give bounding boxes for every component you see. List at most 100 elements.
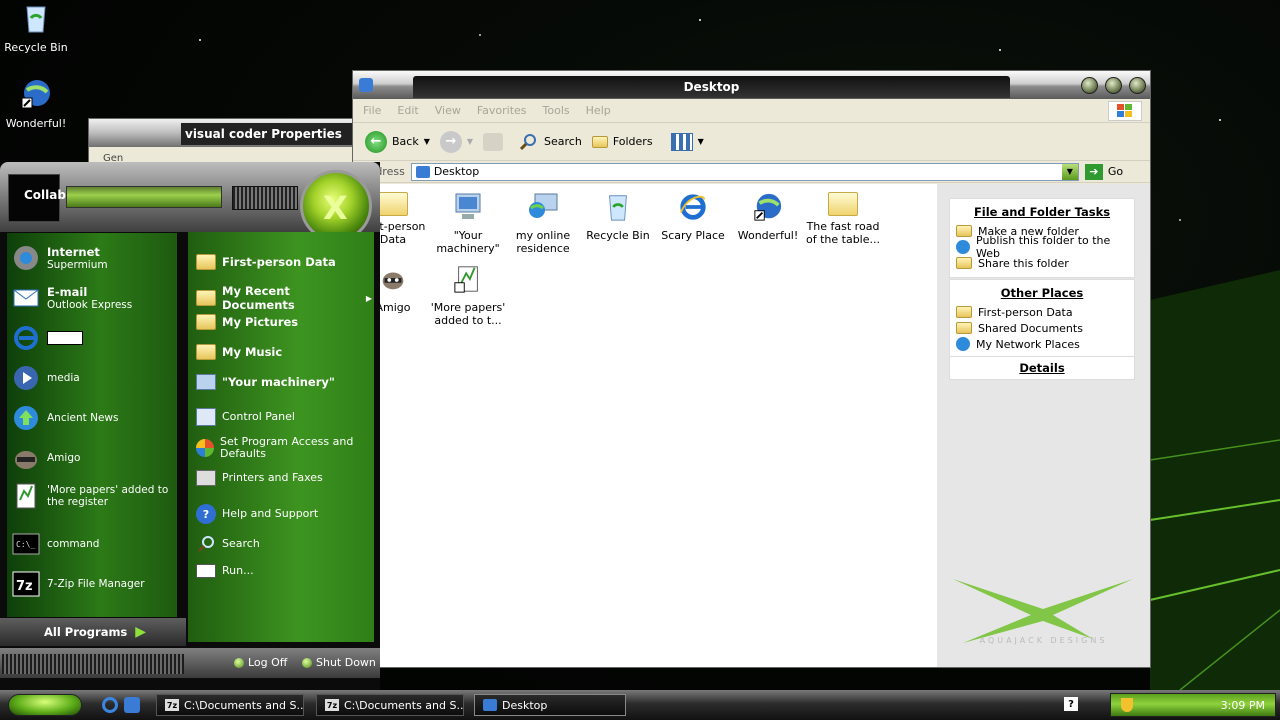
close-button[interactable] (1129, 77, 1146, 94)
start-place-printers[interactable]: Printers and Faxes (196, 470, 372, 486)
file-item[interactable]: Scary Place (653, 192, 733, 242)
menu-file[interactable]: File (363, 104, 381, 117)
start-item-command[interactable]: C:\_ command (11, 529, 179, 559)
up-folder-icon[interactable] (483, 132, 504, 151)
place-label: "Your machinery" (222, 375, 335, 389)
start-place-your-machinery[interactable]: "Your machinery" (196, 374, 372, 390)
pictures-folder-icon (196, 314, 216, 330)
minimize-button[interactable] (1081, 77, 1098, 94)
forward-button[interactable]: → ▼ (439, 130, 473, 153)
search-label: Search (544, 135, 582, 148)
clock[interactable]: 3:09 PM (1221, 699, 1265, 712)
start-item-ie[interactable] (11, 323, 179, 353)
taskbar-button[interactable]: Desktop (474, 694, 626, 716)
system-tray: 3:09 PM (1110, 693, 1276, 717)
quicklaunch-ie-icon[interactable] (102, 697, 118, 713)
raccoon-icon (382, 272, 404, 290)
menu-tools[interactable]: Tools (543, 104, 570, 117)
start-item-7zip[interactable]: 7z 7-Zip File Manager (11, 569, 179, 599)
start-item-ancient-news[interactable]: Ancient News (11, 403, 179, 433)
details-heading[interactable]: Details (956, 361, 1128, 375)
file-item[interactable]: "Your machinery" (428, 192, 508, 255)
log-off-label: Log Off (248, 656, 288, 669)
back-arrow-icon: ← (365, 130, 387, 153)
media-player-icon (11, 363, 41, 393)
file-item[interactable]: my online residence (503, 192, 583, 255)
start-item-amigo[interactable]: Amigo (11, 443, 179, 473)
menu-help[interactable]: Help (586, 104, 611, 117)
file-item[interactable]: Recycle Bin (578, 192, 658, 242)
security-shield-icon[interactable] (1121, 698, 1133, 712)
place-shared-documents[interactable]: Shared Documents (956, 320, 1128, 336)
file-item[interactable]: Wonderful! (728, 192, 808, 242)
place-label: Printers and Faxes (222, 471, 323, 484)
menu-bar: File Edit View Favorites Tools Help (353, 99, 1150, 123)
properties-titlebar[interactable]: visual coder Properties (89, 119, 357, 147)
browser-icon (11, 243, 41, 273)
rename-textbox[interactable] (47, 331, 83, 345)
notepad-plus-icon (11, 481, 41, 511)
menu-favorites[interactable]: Favorites (477, 104, 527, 117)
globe-shortcut-icon (21, 80, 50, 109)
log-off-button[interactable]: Log Off (234, 656, 287, 669)
task-publish-web[interactable]: Publish this folder to the Web (956, 234, 1128, 260)
start-place-my-music[interactable]: My Music (196, 344, 372, 360)
place-label: First-person Data (222, 255, 336, 269)
start-item-internet[interactable]: Internet Supermium (11, 243, 179, 273)
internet-explorer-icon (679, 194, 706, 220)
menu-edit[interactable]: Edit (397, 104, 418, 117)
address-input[interactable]: Desktop ▼ (410, 162, 1079, 181)
help-tray-icon[interactable]: ? (1064, 697, 1078, 711)
address-dropdown-icon[interactable]: ▼ (1061, 163, 1078, 180)
taskbar-button[interactable]: 7z C:\Documents and S... (156, 694, 304, 716)
back-button[interactable]: ← Back ▼ (365, 130, 430, 153)
start-place-control-panel[interactable]: Control Panel (196, 408, 372, 426)
start-item-media[interactable]: media (11, 363, 179, 393)
chevron-down-icon: ▼ (697, 137, 704, 146)
start-place-search[interactable]: Search (196, 534, 372, 554)
item-title: Amigo (47, 452, 81, 464)
quicklaunch-explorer-icon[interactable] (124, 697, 140, 713)
shut-down-icon (302, 657, 312, 668)
views-button[interactable]: ▼ (670, 132, 704, 151)
search-icon (519, 133, 537, 150)
start-place-help[interactable]: ? Help and Support (196, 504, 372, 524)
place-first-person-data[interactable]: First-person Data (956, 304, 1128, 320)
place-label: Run... (222, 564, 254, 577)
place-label: Shared Documents (978, 321, 1083, 335)
my-computer-icon (196, 374, 216, 390)
start-place-my-pictures[interactable]: My Pictures (196, 314, 372, 330)
other-places-heading[interactable]: Other Places (956, 286, 1128, 300)
taskbar-button[interactable]: 7z C:\Documents and S... (316, 694, 464, 716)
start-item-more-papers[interactable]: 'More papers' added to the register (11, 481, 179, 511)
task-label: C:\Documents and S... (184, 698, 304, 712)
search-button[interactable]: Search (519, 132, 582, 152)
desktop-icon-recycle-bin[interactable]: Recycle Bin (0, 2, 72, 54)
start-place-recent-documents[interactable]: My Recent Documents ▶ (196, 284, 372, 312)
start-place-program-access[interactable]: Set Program Access and Defaults (196, 436, 372, 460)
maximize-button[interactable] (1105, 77, 1122, 94)
menu-view[interactable]: View (435, 104, 461, 117)
start-place-run[interactable]: Run... (196, 564, 372, 578)
start-place-first-person-data[interactable]: First-person Data (196, 254, 372, 270)
toolbar: ← Back ▼ → ▼ Search Folders ▼ (353, 123, 1150, 161)
folders-button[interactable]: Folders (591, 135, 653, 148)
shared-folder-icon (956, 322, 972, 334)
place-label: Control Panel (222, 410, 295, 423)
start-button[interactable] (8, 694, 82, 716)
start-item-email[interactable]: E-mail Outlook Express (11, 283, 179, 313)
file-item[interactable]: The fast road of the table... (803, 192, 883, 246)
file-item[interactable]: 'More papers' added to t... (428, 264, 508, 327)
all-programs-button[interactable]: All Programs ▶ (0, 618, 186, 646)
explorer-titlebar[interactable]: Desktop (353, 71, 1150, 99)
submenu-arrow-icon: ▶ (365, 293, 372, 303)
desktop-icon-wonderful[interactable]: Wonderful! (0, 78, 72, 130)
place-network-places[interactable]: My Network Places (956, 336, 1128, 352)
address-value: Desktop (433, 165, 480, 178)
network-places-icon (956, 337, 970, 351)
shut-down-button[interactable]: Shut Down (302, 656, 376, 669)
explorer-window[interactable]: Desktop File Edit View Favorites Tools H… (352, 70, 1151, 668)
go-button[interactable]: ➔ Go (1084, 163, 1123, 180)
item-title: media (47, 372, 80, 384)
file-folder-tasks-heading[interactable]: File and Folder Tasks (956, 205, 1128, 219)
